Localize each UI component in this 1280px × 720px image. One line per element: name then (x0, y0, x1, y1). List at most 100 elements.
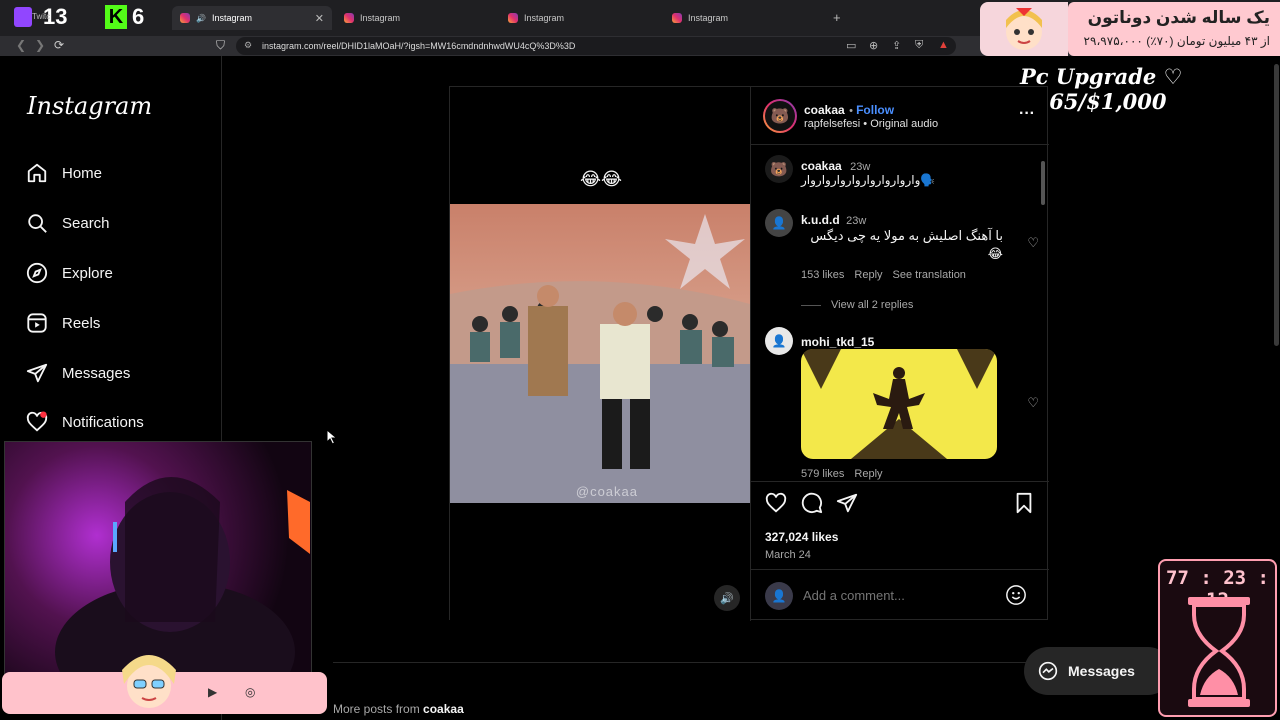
kick-count: 6 (132, 4, 145, 29)
tab-label: Instagram (360, 13, 401, 23)
messages-label: Messages (1068, 663, 1135, 679)
sidebar-item-label: Search (62, 214, 110, 232)
see-translation-button[interactable]: See translation (893, 269, 966, 281)
add-comment-row: 👤 (751, 569, 1049, 621)
commenter-username[interactable]: k.u.d.d (801, 213, 840, 227)
comment-time: 23w (846, 215, 867, 227)
comment-likes[interactable]: 153 likes (801, 269, 844, 281)
url-text: instagram.com/reel/DHID1laMOaH/?igsh=MW1… (262, 41, 576, 51)
reel-video[interactable]: 😂😂 @coakaa 🔊 (450, 87, 750, 621)
post-actions: 327,024 likes March 24 (751, 481, 1049, 569)
comments-list: 🐻 coakaa 23w واروارواروارواروارواروار🗣️ … (751, 145, 1049, 481)
sidebar-item-label: Messages (62, 364, 131, 382)
sidebar-item-notifications[interactable]: Notifications (26, 411, 144, 433)
current-user-avatar: 👤 (765, 582, 793, 610)
more-posts-heading: More posts from coakaa (333, 702, 464, 716)
reply-button[interactable]: Reply (854, 269, 882, 281)
audio-attribution[interactable]: rapfelsefesi • Original audio (804, 118, 938, 130)
back-button[interactable]: ❮ (16, 38, 26, 52)
page-scrollbar[interactable] (1274, 64, 1279, 346)
commenter-username[interactable]: coakaa (801, 159, 842, 173)
commenter-avatar[interactable]: 👤 (765, 209, 793, 237)
view-replies-button[interactable]: View all 2 replies (801, 299, 913, 311)
donation-title: یک ساله شدن دوناتون (1087, 8, 1270, 27)
like-heart-icon[interactable] (765, 492, 787, 514)
bookmark-icon[interactable]: ⛉ (216, 38, 225, 53)
comment-like-heart-icon[interactable]: ♡ (1027, 235, 1039, 251)
heart-icon (26, 411, 48, 432)
speaker-icon: 🔊 (196, 13, 206, 23)
compass-icon (26, 262, 48, 284)
commenter-username[interactable]: mohi_tkd_15 (801, 335, 874, 349)
messages-floating-button[interactable]: Messages (1024, 647, 1172, 695)
tab-instagram-2[interactable]: Instagram (336, 6, 496, 30)
post-side-panel: 🐻 coakaa • Follow rapfelsefesi • Origina… (750, 87, 1049, 621)
brave-shield-icon[interactable]: ⛨ (915, 39, 923, 52)
follow-button[interactable]: Follow (856, 103, 894, 117)
brave-rewards-icon[interactable]: ▲ (938, 39, 949, 51)
tab-label: Instagram (211, 13, 252, 23)
replies-line (801, 304, 821, 306)
streamer-avatar-frame (980, 2, 1068, 56)
reload-button[interactable]: ⟳ (54, 38, 64, 52)
webcam-scene (55, 477, 310, 720)
gif-dancer-image (801, 349, 997, 459)
bear-avatar-icon: 🐻 (770, 108, 790, 125)
view-replies-label: View all 2 replies (831, 299, 914, 311)
tab-instagram-3[interactable]: Instagram (500, 6, 660, 30)
mute-button[interactable]: 🔊 (714, 585, 740, 611)
tab-instagram-4[interactable]: Instagram (664, 6, 824, 30)
comment-input[interactable] (803, 584, 993, 606)
sidebar-item-messages[interactable]: Messages (26, 362, 130, 384)
sidebar-item-explore[interactable]: Explore (26, 262, 113, 284)
more-options-icon[interactable]: ··· (1019, 105, 1035, 123)
like-count[interactable]: 327,024 likes (765, 530, 838, 544)
person-avatar-icon: 👤 (771, 334, 787, 348)
comment-bubble-icon[interactable] (801, 492, 823, 514)
tab-instagram-1[interactable]: 🔊 Instagram ✕ (172, 6, 332, 30)
comment-time: 23w (850, 161, 871, 173)
twitch-viewer-counter: Twitc 13 (14, 4, 67, 30)
share-send-icon[interactable] (836, 492, 858, 514)
sidebar-item-reels[interactable]: Reels (26, 312, 100, 334)
streamer-webcam (4, 441, 312, 720)
post-header: 🐻 coakaa • Follow rapfelsefesi • Origina… (751, 87, 1049, 145)
instagram-logo[interactable]: Instagram (27, 92, 152, 120)
more-posts-username[interactable]: coakaa (423, 702, 464, 716)
comment-gif[interactable] (801, 349, 997, 459)
emoji-icon[interactable] (1005, 584, 1027, 606)
tab-label: Instagram (524, 13, 565, 23)
video-watermark: @coakaa (575, 484, 638, 499)
sidebar-item-home[interactable]: Home (26, 162, 102, 184)
share-icon[interactable]: ⇪ (892, 39, 901, 52)
site-info-icon[interactable]: ⚙ (244, 40, 252, 51)
picture-in-picture-icon[interactable]: ▭ (846, 39, 856, 52)
youtube-icon: ▶ (208, 685, 218, 699)
scrollbar-thumb[interactable] (1041, 161, 1045, 205)
forward-button[interactable]: ❯ (35, 38, 45, 52)
anime-avatar-icon (122, 655, 176, 708)
instagram-icon: ◎ (245, 685, 256, 699)
instagram-favicon-icon (672, 13, 682, 23)
sidebar-item-search[interactable]: Search (26, 212, 110, 234)
reply-button[interactable]: Reply (854, 468, 882, 480)
new-tab-button[interactable]: + (833, 10, 841, 25)
comment-likes[interactable]: 579 likes (801, 468, 844, 480)
zoom-icon[interactable]: ⊕ (869, 39, 878, 52)
commenter-avatar[interactable]: 👤 (765, 327, 793, 355)
subathon-timer: 77 : 23 : 12 (1158, 559, 1277, 717)
author-username[interactable]: coakaa (804, 103, 845, 117)
commenter-avatar[interactable]: 🐻 (765, 155, 793, 183)
webcam-social-bar: ▶ ◎ (2, 655, 327, 714)
video-frame[interactable]: @coakaa (450, 204, 750, 503)
sidebar-item-label: Home (62, 164, 103, 182)
save-bookmark-icon[interactable] (1013, 492, 1035, 514)
close-icon[interactable]: ✕ (315, 12, 324, 25)
kick-viewer-counter: K 6 (105, 4, 144, 30)
anime-avatar-icon (1006, 8, 1042, 50)
person-avatar-icon: 👤 (771, 216, 787, 230)
author-avatar[interactable]: 🐻 (763, 99, 797, 133)
comment-text: با آهنگ اصلیش به مولا یه چی دیگس 😂 (810, 228, 1003, 261)
comments-scrollbar[interactable] (1040, 147, 1046, 475)
comment-like-heart-icon[interactable]: ♡ (1027, 395, 1039, 411)
